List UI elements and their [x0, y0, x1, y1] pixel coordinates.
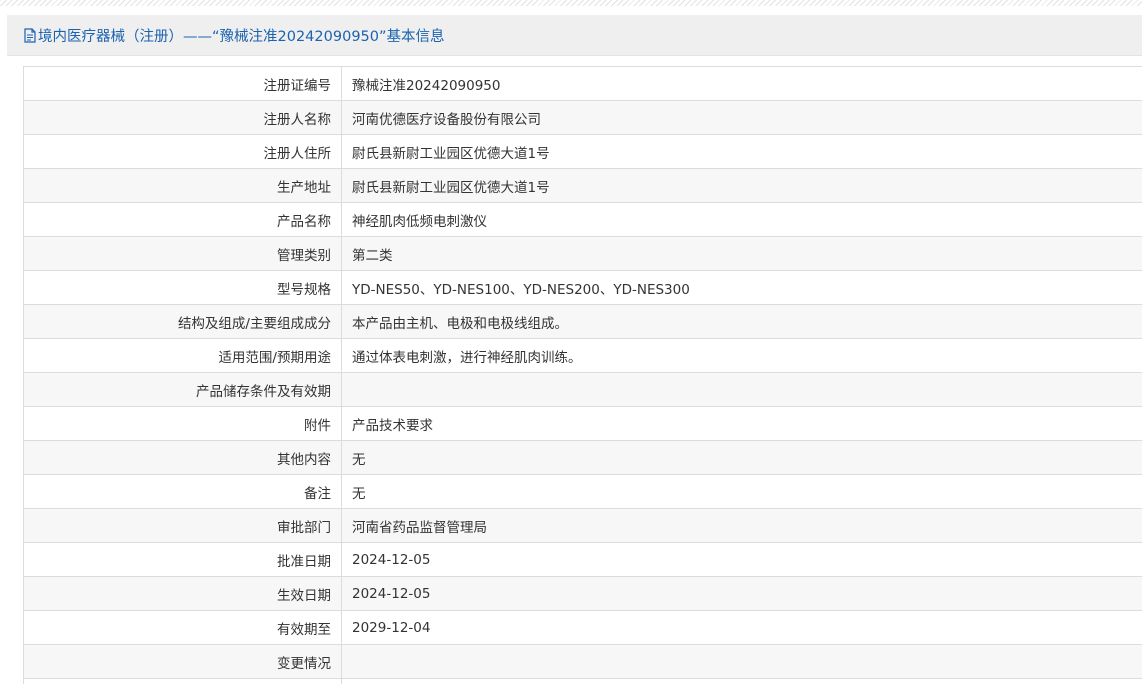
table-row: 批准日期 2024-12-05: [23, 542, 1142, 577]
table-row: 注册人住所 尉氏县新尉工业园区优德大道1号: [23, 134, 1142, 169]
table-row: 变更情况: [23, 644, 1142, 679]
detail-panel: 境内医疗器械（注册）——“豫械注准20242090950”基本信息 注册证编号 …: [7, 15, 1142, 684]
row-label: 批准日期: [23, 542, 342, 577]
table-row: 备注 无: [23, 474, 1142, 509]
row-value: [341, 678, 1142, 684]
table-row: 型号规格 YD-NES50、YD-NES100、YD-NES200、YD-NES…: [23, 270, 1142, 305]
table-row: 产品储存条件及有效期: [23, 372, 1142, 407]
row-value: [341, 372, 1142, 407]
row-label: 注册证编号: [23, 66, 342, 101]
table-row: 生产地址 尉氏县新尉工业园区优德大道1号: [23, 168, 1142, 203]
table-row: 审批部门 河南省药品监督管理局: [23, 508, 1142, 543]
row-label: 变更情况: [23, 644, 342, 679]
row-value: 豫械注准20242090950: [341, 66, 1142, 101]
table-row: 结构及组成/主要组成成分 本产品由主机、电极和电极线组成。: [23, 304, 1142, 339]
table-row: 附件 产品技术要求: [23, 406, 1142, 441]
row-label: 备注: [23, 474, 342, 509]
table-row: 其他内容 无: [23, 440, 1142, 475]
row-label: 审批部门: [23, 508, 342, 543]
info-table: 注册证编号 豫械注准20242090950 注册人名称 河南优德医疗设备股份有限…: [23, 66, 1142, 684]
table-row: 注册证编号 豫械注准20242090950: [23, 66, 1142, 101]
page-title: 境内医疗器械（注册）——“豫械注准20242090950”基本信息: [38, 28, 445, 45]
row-value: 第二类: [341, 236, 1142, 271]
row-label: 生产地址: [23, 168, 342, 203]
row-value: 2029-12-04: [341, 610, 1142, 645]
row-label: 注册人名称: [23, 100, 342, 135]
row-label: 有效期至: [23, 610, 342, 645]
row-label: 产品名称: [23, 202, 342, 237]
row-value: YD-NES50、YD-NES100、YD-NES200、YD-NES300: [341, 270, 1142, 305]
row-label: 附件: [23, 406, 342, 441]
row-label: 型号规格: [23, 270, 342, 305]
row-label: 其他内容: [23, 440, 342, 475]
row-value: 河南省药品监督管理局: [341, 508, 1142, 543]
row-label: 结构及组成/主要组成成分: [23, 304, 342, 339]
row-value: 尉氏县新尉工业园区优德大道1号: [341, 168, 1142, 203]
page: 境内医疗器械（注册）——“豫械注准20242090950”基本信息 注册证编号 …: [0, 0, 1142, 684]
row-label: 生效日期: [23, 576, 342, 611]
row-value: 本产品由主机、电极和电极线组成。: [341, 304, 1142, 339]
row-value: 2024-12-05: [341, 576, 1142, 611]
table-row: 产品名称 神经肌肉低频电刺激仪: [23, 202, 1142, 237]
row-label: 产品储存条件及有效期: [23, 372, 342, 407]
document-icon: [23, 27, 37, 43]
top-stripe-decoration: [0, 0, 1142, 6]
table-row: 适用范围/预期用途 通过体表电刺激，进行神经肌肉训练。: [23, 338, 1142, 373]
table-row: 生效日期 2024-12-05: [23, 576, 1142, 611]
row-value: 神经肌肉低频电刺激仪: [341, 202, 1142, 237]
table-row: 有效期至 2029-12-04: [23, 610, 1142, 645]
panel-title-bar: 境内医疗器械（注册）——“豫械注准20242090950”基本信息: [7, 15, 1142, 56]
row-label: 适用范围/预期用途: [23, 338, 342, 373]
row-value: 产品技术要求: [341, 406, 1142, 441]
row-value: 无: [341, 474, 1142, 509]
table-row: [23, 678, 1142, 684]
row-value: 无: [341, 440, 1142, 475]
row-label: 注册人住所: [23, 134, 342, 169]
content-area: 注册证编号 豫械注准20242090950 注册人名称 河南优德医疗设备股份有限…: [7, 56, 1142, 684]
row-value: 2024-12-05: [341, 542, 1142, 577]
table-row: 管理类别 第二类: [23, 236, 1142, 271]
row-value: 河南优德医疗设备股份有限公司: [341, 100, 1142, 135]
row-value: 通过体表电刺激，进行神经肌肉训练。: [341, 338, 1142, 373]
row-value: 尉氏县新尉工业园区优德大道1号: [341, 134, 1142, 169]
row-label: 管理类别: [23, 236, 342, 271]
info-table-body: 注册证编号 豫械注准20242090950 注册人名称 河南优德医疗设备股份有限…: [23, 66, 1142, 684]
table-row: 注册人名称 河南优德医疗设备股份有限公司: [23, 100, 1142, 135]
row-label: [23, 678, 342, 684]
row-value: [341, 644, 1142, 679]
